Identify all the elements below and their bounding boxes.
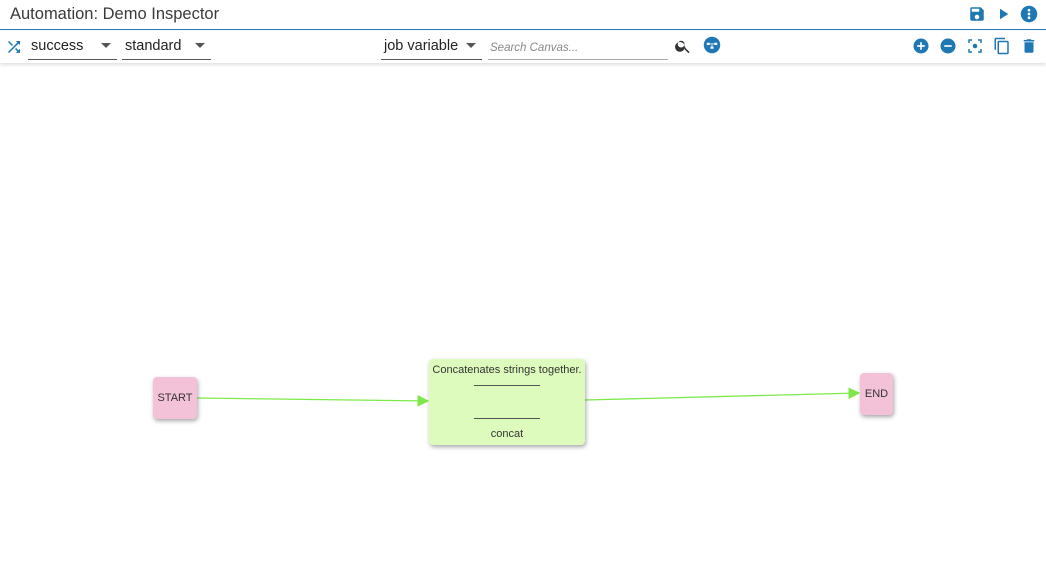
- edge-concat-to-end[interactable]: [584, 387, 861, 401]
- divider: [474, 385, 540, 386]
- end-node-label: END: [864, 388, 889, 400]
- start-node[interactable]: START: [153, 377, 197, 419]
- workflow-edges: [196, 387, 861, 407]
- canvas-toolbar: success standard job variable: [0, 31, 1046, 63]
- shuffle-icon[interactable]: [5, 38, 23, 56]
- variable-select-value: job variable: [384, 38, 459, 54]
- title-actions: [968, 5, 1038, 23]
- status-select[interactable]: success: [28, 33, 117, 60]
- fit-to-screen-icon[interactable]: [966, 37, 984, 55]
- zoom-in-icon[interactable]: [912, 37, 930, 55]
- more-vert-icon[interactable]: [1020, 5, 1038, 23]
- title-bar: Automation: Demo Inspector: [0, 0, 1046, 30]
- status-select-value: success: [31, 38, 84, 54]
- delete-icon[interactable]: [1020, 37, 1038, 55]
- canvas-actions: [912, 37, 1038, 55]
- task-name: concat: [490, 428, 524, 440]
- save-icon[interactable]: [968, 5, 986, 23]
- type-select-value: standard: [125, 38, 182, 54]
- edge-start-to-concat[interactable]: [196, 395, 430, 407]
- chevron-down-icon: [195, 43, 205, 48]
- page-title: Automation: Demo Inspector: [10, 5, 220, 23]
- divider: [474, 418, 540, 419]
- chevron-down-icon: [466, 43, 476, 48]
- concat-task-node[interactable]: Concatenates strings together. concat: [429, 359, 585, 445]
- end-node[interactable]: END: [860, 373, 893, 415]
- chevron-down-icon: [101, 43, 111, 48]
- copy-icon[interactable]: [993, 37, 1011, 55]
- search-icon[interactable]: [674, 37, 692, 55]
- search-canvas-input[interactable]: [488, 36, 668, 60]
- auto-layout-icon[interactable]: [703, 36, 721, 54]
- play-icon[interactable]: [994, 5, 1012, 23]
- type-select[interactable]: standard: [122, 33, 211, 60]
- zoom-out-icon[interactable]: [939, 37, 957, 55]
- task-description: Concatenates strings together.: [432, 364, 582, 376]
- variable-select[interactable]: job variable: [381, 33, 482, 60]
- workflow-canvas[interactable]: START Concatenates strings together. con…: [0, 63, 1046, 566]
- start-node-label: START: [157, 392, 193, 404]
